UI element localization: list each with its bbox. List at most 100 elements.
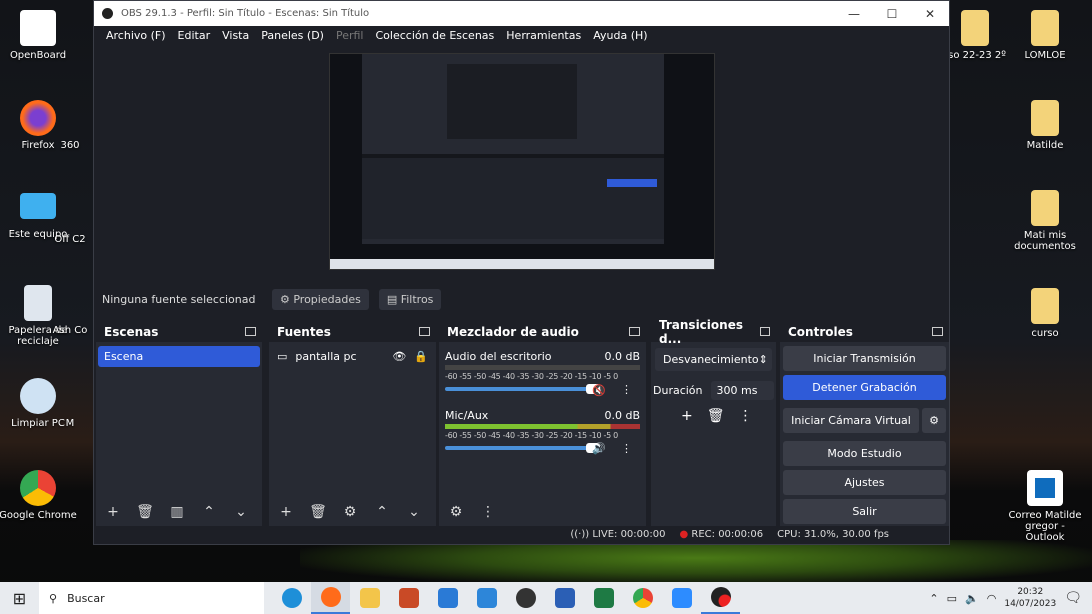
- start-button[interactable]: ⊞: [0, 582, 39, 614]
- desktop-icon-partial[interactable]: M: [50, 418, 90, 429]
- trash-icon[interactable]: 🗑: [307, 504, 329, 520]
- transitions-dock: Transiciones d... Desvanecimiento ⇕ Durac…: [651, 318, 776, 526]
- taskbar-powerpoint[interactable]: [389, 582, 428, 614]
- float-icon[interactable]: [932, 327, 943, 336]
- battery-icon[interactable]: ▭: [947, 592, 957, 605]
- chevron-up-icon[interactable]: ⌃: [198, 504, 220, 520]
- taskbar-zoom[interactable]: [662, 582, 701, 614]
- menu-editar[interactable]: Editar: [172, 29, 217, 42]
- preview-canvas[interactable]: [329, 53, 715, 270]
- search-box[interactable]: ⚲ Buscar: [39, 582, 264, 614]
- desktop-icon-mati-mis-documentos[interactable]: Mati mis documentos: [1005, 190, 1085, 252]
- transition-select[interactable]: Desvanecimiento ⇕: [655, 348, 772, 371]
- taskbar-app[interactable]: [506, 582, 545, 614]
- float-icon[interactable]: [759, 327, 770, 336]
- label: Ash Co: [52, 325, 88, 336]
- filter-icon[interactable]: ▥: [166, 504, 188, 520]
- float-icon[interactable]: [629, 327, 640, 336]
- volume-icon[interactable]: 🔈: [965, 592, 979, 605]
- desktop-icon-este-equipo[interactable]: Este equipo: [0, 193, 78, 240]
- duration-input[interactable]: 300 ms: [710, 381, 774, 400]
- label: Matilde: [1026, 140, 1064, 151]
- more-icon[interactable]: ⋮: [477, 504, 499, 520]
- speaker-icon[interactable]: 🔊: [592, 442, 606, 455]
- desktop-icon-papelera[interactable]: Papelera de reciclaje: [0, 285, 78, 347]
- taskbar-obs[interactable]: [701, 582, 740, 614]
- stop-recording-button[interactable]: Detener Grabación: [783, 375, 946, 400]
- label: curso: [1031, 328, 1059, 339]
- clock[interactable]: 20:32 14/07/2023: [1004, 586, 1056, 610]
- exit-button[interactable]: Salir: [783, 499, 946, 524]
- more-icon[interactable]: ⋮: [739, 408, 753, 424]
- menu-ayuda[interactable]: Ayuda (H): [587, 29, 653, 42]
- label: Propiedades: [293, 292, 361, 306]
- wifi-icon[interactable]: ◠: [987, 592, 997, 605]
- filters-button[interactable]: ▤ Filtros: [378, 288, 442, 310]
- muted-speaker-icon[interactable]: 🔇: [592, 384, 606, 397]
- more-icon[interactable]: ⋮: [621, 442, 632, 455]
- float-icon[interactable]: [419, 327, 430, 336]
- menu-perfil[interactable]: Perfil: [330, 29, 370, 42]
- desktop-icon-curso[interactable]: curso: [1005, 288, 1085, 339]
- maximize-button[interactable]: ☐: [873, 7, 911, 21]
- taskbar-chrome[interactable]: [623, 582, 662, 614]
- taskbar-firefox[interactable]: [311, 582, 350, 614]
- scene-item[interactable]: Escena: [98, 346, 260, 367]
- float-icon[interactable]: [245, 327, 256, 336]
- menu-herramientas[interactable]: Herramientas: [500, 29, 587, 42]
- desktop-icon-outlook[interactable]: Correo Matilde gregor - Outlook: [1005, 470, 1085, 543]
- desktop-icon-lomloe[interactable]: LOMLOE: [1005, 10, 1085, 61]
- chevron-down-icon[interactable]: ⌄: [403, 504, 425, 520]
- menu-archivo[interactable]: Archivo (F): [100, 29, 172, 42]
- chevron-up-icon[interactable]: ⌃: [929, 592, 938, 605]
- chevron-down-icon[interactable]: ⌄: [230, 504, 252, 520]
- broadcast-icon: ((·)): [570, 529, 593, 540]
- gear-icon: ⚙: [280, 292, 294, 306]
- desktop-icon-partial[interactable]: Ash Co: [50, 325, 90, 336]
- desktop-icon-openboard[interactable]: OpenBoard: [0, 10, 78, 61]
- trash-icon[interactable]: 🗑: [134, 504, 156, 520]
- trash-icon[interactable]: 🗑: [707, 408, 725, 424]
- desktop-icon-chrome[interactable]: Google Chrome: [0, 470, 78, 521]
- close-button[interactable]: ✕: [911, 7, 949, 21]
- obs-logo-icon: [102, 8, 113, 19]
- gear-icon[interactable]: ⚙: [445, 504, 467, 520]
- taskbar-explorer[interactable]: [350, 582, 389, 614]
- store-icon: [437, 588, 458, 608]
- title-bar: OBS 29.1.3 - Perfil: Sin Título - Escena…: [94, 1, 949, 26]
- notification-icon[interactable]: 🗨: [1064, 590, 1082, 606]
- label: OpenBoard: [9, 50, 67, 61]
- gear-icon[interactable]: ⚙: [922, 408, 946, 433]
- source-item[interactable]: ▭ pantalla pc 👁 🔒: [269, 342, 436, 371]
- menu-paneles[interactable]: Paneles (D): [255, 29, 330, 42]
- date: 14/07/2023: [1004, 599, 1057, 609]
- lock-icon[interactable]: 🔒: [414, 350, 428, 363]
- desktop-icon-partial[interactable]: 360: [50, 140, 90, 151]
- chevron-up-icon[interactable]: ⌃: [371, 504, 393, 520]
- settings-button[interactable]: Ajustes: [783, 470, 946, 495]
- minimize-button[interactable]: —: [835, 7, 873, 21]
- desktop-icon-matilde[interactable]: Matilde: [1005, 100, 1085, 151]
- studio-mode-button[interactable]: Modo Estudio: [783, 441, 946, 466]
- start-streaming-button[interactable]: Iniciar Transmisión: [783, 346, 946, 371]
- desktop-icon-partial[interactable]: Off C2: [50, 234, 90, 245]
- more-icon[interactable]: ⋮: [621, 383, 632, 396]
- taskbar-excel[interactable]: [584, 582, 623, 614]
- taskbar-store[interactable]: [428, 582, 467, 614]
- taskbar-mail[interactable]: [467, 582, 506, 614]
- taskbar-edge[interactable]: [272, 582, 311, 614]
- start-virtual-camera-button[interactable]: Iniciar Cámara Virtual: [783, 408, 919, 433]
- gear-icon[interactable]: ⚙: [339, 504, 361, 520]
- add-icon[interactable]: +: [681, 408, 693, 424]
- properties-button[interactable]: ⚙ Propiedades: [272, 288, 369, 310]
- taskbar-word[interactable]: [545, 582, 584, 614]
- volume-slider[interactable]: [445, 384, 600, 394]
- search-icon: ⚲: [49, 591, 58, 605]
- scenes-dock: Escenas Escena + 🗑 ▥ ⌃ ⌄: [96, 321, 262, 526]
- volume-slider[interactable]: [445, 443, 600, 453]
- add-icon[interactable]: +: [102, 504, 124, 520]
- menu-vista[interactable]: Vista: [216, 29, 255, 42]
- menu-coleccion-escenas[interactable]: Colección de Escenas: [370, 29, 501, 42]
- add-icon[interactable]: +: [275, 504, 297, 520]
- eye-icon[interactable]: 👁: [392, 350, 406, 363]
